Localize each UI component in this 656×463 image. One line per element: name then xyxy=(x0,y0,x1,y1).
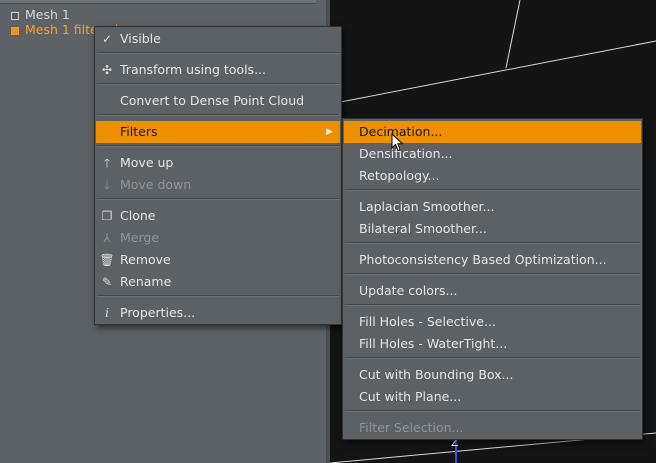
arrow-down-icon: 🡓 xyxy=(103,178,111,192)
filters-submenu: Decimation... Densification... Retopolog… xyxy=(342,118,643,440)
menu-item-cut-with-plane[interactable]: Cut with Plane... xyxy=(344,386,641,408)
menu-item-merge: ⅄ Merge xyxy=(96,227,340,249)
arrow-up-icon: 🡑 xyxy=(103,156,111,170)
menu-item-convert-to-dense-point-cloud[interactable]: Convert to Dense Point Cloud xyxy=(96,90,340,112)
tree-item-label: Mesh 1 xyxy=(25,7,70,22)
menu-separator xyxy=(345,357,640,359)
menu-separator xyxy=(345,273,640,275)
menu-item-filters[interactable]: Filters ▶ xyxy=(96,121,340,143)
submenu-arrow-icon: ▶ xyxy=(326,127,333,137)
merge-icon: ⅄ xyxy=(103,231,111,245)
menu-item-fill-holes-selective[interactable]: Fill Holes - Selective... xyxy=(344,311,641,333)
visibility-checkbox[interactable] xyxy=(11,27,19,35)
menu-separator xyxy=(97,83,339,85)
mouse-pointer-icon xyxy=(391,133,404,152)
tree-item-mesh-1[interactable]: Mesh 1 xyxy=(11,7,70,23)
menu-item-remove[interactable]: 🗑 Remove xyxy=(96,249,340,271)
menu-item-update-colors[interactable]: Update colors... xyxy=(344,280,641,302)
tree-header-bar xyxy=(0,0,316,4)
menu-separator xyxy=(345,189,640,191)
context-menu: ✓ Visible ✣ Transform using tools... Conve… xyxy=(94,26,342,325)
menu-item-decimation[interactable]: Decimation... xyxy=(344,121,641,143)
menu-separator xyxy=(345,242,640,244)
menu-item-photoconsistency-optimization[interactable]: Photoconsistency Based Optimization... xyxy=(344,249,641,271)
menu-item-move-up[interactable]: 🡑 Move up xyxy=(96,152,340,174)
menu-item-bilateral-smoother[interactable]: Bilateral Smoother... xyxy=(344,218,641,240)
check-icon: ✓ xyxy=(101,32,113,46)
transform-icon: ✣ xyxy=(101,63,113,77)
menu-item-densification[interactable]: Densification... xyxy=(344,143,641,165)
menu-separator xyxy=(97,52,339,54)
clone-icon: ❐ xyxy=(101,209,113,223)
menu-item-properties[interactable]: i Properties... xyxy=(96,302,340,324)
menu-separator xyxy=(97,198,339,200)
menu-separator xyxy=(345,304,640,306)
menu-separator xyxy=(97,295,339,297)
visibility-checkbox[interactable] xyxy=(11,12,19,20)
menu-separator xyxy=(97,114,339,116)
menu-separator xyxy=(97,145,339,147)
menu-item-laplacian-smoother[interactable]: Laplacian Smoother... xyxy=(344,196,641,218)
pencil-icon: ✎ xyxy=(101,275,113,289)
info-icon: i xyxy=(105,306,109,320)
menu-separator xyxy=(345,410,640,412)
trash-icon: 🗑 xyxy=(99,253,115,267)
menu-item-move-down: 🡓 Move down xyxy=(96,174,340,196)
menu-item-clone[interactable]: ❐ Clone xyxy=(96,205,340,227)
menu-item-retopology[interactable]: Retopology... xyxy=(344,165,641,187)
menu-item-filter-selection: Filter Selection... xyxy=(359,420,464,435)
menu-item-transform-using-tools[interactable]: ✣ Transform using tools... xyxy=(96,59,340,81)
menu-item-fill-holes-watertight[interactable]: Fill Holes - WaterTight... xyxy=(344,333,641,355)
menu-item-visible[interactable]: ✓ Visible xyxy=(96,28,340,50)
menu-item-rename[interactable]: ✎ Rename xyxy=(96,271,340,293)
menu-item-cut-with-bounding-box[interactable]: Cut with Bounding Box... xyxy=(344,364,641,386)
